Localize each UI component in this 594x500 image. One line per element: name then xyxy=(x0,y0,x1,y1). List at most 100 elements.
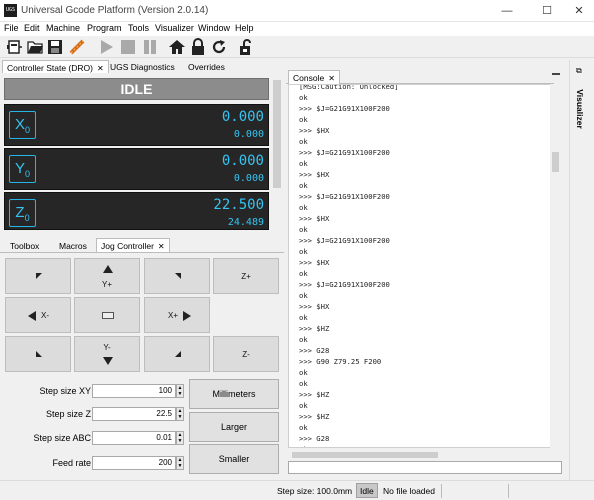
status-bar: Step size: 100.0mm Idle No file loaded xyxy=(0,480,594,500)
maximize-button[interactable]: ☐ xyxy=(530,0,564,22)
axis-x-sub: 0 xyxy=(25,125,31,135)
pause-icon[interactable] xyxy=(141,38,159,56)
close-tab-icon[interactable]: ✕ xyxy=(328,74,335,83)
jog-x-minus-y-plus-button[interactable] xyxy=(5,258,71,294)
console-output[interactable]: [MSG:Caution: Unlocked] ok >>> $J=G21G91X1… xyxy=(288,84,552,448)
axis-row-y: Y0 0.000 0.000 xyxy=(4,148,269,190)
axis-y-button[interactable]: Y0 xyxy=(9,155,36,183)
arrow-right-icon xyxy=(183,311,191,321)
axis-row-z: Z0 22.500 24.489 xyxy=(4,192,269,230)
menu-edit[interactable]: Edit xyxy=(24,23,40,33)
feed-rate-label: Feed rate xyxy=(52,458,91,468)
step-size-xy-spinner[interactable]: ▲ ▼ xyxy=(176,384,184,398)
machine-state-badge: IDLE xyxy=(4,78,269,100)
minimize-button[interactable]: — xyxy=(490,0,524,22)
console-line: ok xyxy=(299,247,308,256)
probe-wand-icon[interactable] xyxy=(68,38,86,56)
jog-z-plus-label: Z+ xyxy=(241,272,251,281)
arrow-down-right-icon xyxy=(175,351,181,357)
axis-z-button[interactable]: Z0 xyxy=(9,199,36,227)
reset-icon[interactable] xyxy=(210,38,228,56)
bottom-tab-strip: Toolbox Macros Jog Controller ✕ xyxy=(0,238,284,253)
jog-y-minus-button[interactable]: Y- xyxy=(74,336,140,372)
dro-scrollbar[interactable] xyxy=(272,76,282,232)
jog-x-plus-button[interactable]: X+ xyxy=(144,297,210,333)
console-line: >>> $J=G21G91X100F200 xyxy=(299,236,390,245)
console-line: ok xyxy=(299,137,308,146)
step-size-z-spinner[interactable]: ▲ ▼ xyxy=(176,407,184,421)
jog-y-plus-button[interactable]: Y+ xyxy=(74,258,140,294)
restore-window-icon[interactable]: ⧉ xyxy=(576,66,582,76)
feed-rate-spinner[interactable]: ▲ ▼ xyxy=(176,456,184,470)
top-tab-strip: Controller State (DRO) ✕ UGS Diagnostics … xyxy=(0,58,284,74)
stop-icon[interactable] xyxy=(119,38,137,56)
menu-program[interactable]: Program xyxy=(87,23,122,33)
axis-z-work-position: 22.500 xyxy=(213,197,264,213)
maximize-console-icon[interactable] xyxy=(552,73,560,77)
dro-scroll-thumb[interactable] xyxy=(273,80,281,188)
jog-x-minus-button[interactable]: X- xyxy=(5,297,71,333)
menu-bar: File Edit Machine Program Tools Visualiz… xyxy=(0,22,594,36)
jog-keyboard-button[interactable] xyxy=(74,297,140,333)
smaller-button[interactable]: Smaller xyxy=(189,444,279,474)
tab-macros[interactable]: Macros xyxy=(55,239,91,253)
connect-icon[interactable] xyxy=(6,38,24,56)
console-hscroll-thumb[interactable] xyxy=(292,452,438,458)
step-size-xy-input[interactable]: 100 xyxy=(92,384,176,398)
console-scrollbar[interactable] xyxy=(550,84,561,448)
millimeters-button[interactable]: Millimeters xyxy=(189,379,279,409)
tab-overrides[interactable]: Overrides xyxy=(184,60,229,74)
step-size-z-input[interactable]: 22.5 xyxy=(92,407,176,421)
close-window-button[interactable]: ✕ xyxy=(562,0,594,22)
menu-visualizer[interactable]: Visualizer xyxy=(155,23,194,33)
console-scroll-thumb[interactable] xyxy=(552,152,559,172)
tab-console-label: Console xyxy=(293,73,325,83)
step-size-abc-spinner[interactable]: ▲ ▼ xyxy=(176,431,184,445)
jog-z-minus-label: Z- xyxy=(242,350,250,359)
feed-rate-input[interactable]: 200 xyxy=(92,456,176,470)
play-icon[interactable] xyxy=(97,38,115,56)
axis-x-button[interactable]: X0 xyxy=(9,111,36,139)
arrow-up-right-icon xyxy=(175,273,181,279)
console-line: [MSG:Caution: Unlocked] xyxy=(299,84,399,91)
axis-z-sub: 0 xyxy=(24,213,30,223)
lock-icon[interactable] xyxy=(189,38,207,56)
menu-machine[interactable]: Machine xyxy=(46,23,80,33)
menu-tools[interactable]: Tools xyxy=(128,23,149,33)
jog-z-plus-button[interactable]: Z+ xyxy=(213,258,279,294)
jog-x-minus-y-minus-button[interactable] xyxy=(5,336,71,372)
save-icon[interactable] xyxy=(46,38,64,56)
tab-visualizer[interactable]: Visualizer xyxy=(573,82,587,142)
jog-x-minus-label: X- xyxy=(41,311,49,320)
tab-console[interactable]: Console ✕ xyxy=(288,70,340,84)
tab-ugs-diagnostics[interactable]: UGS Diagnostics xyxy=(106,60,179,74)
close-tab-icon[interactable]: ✕ xyxy=(97,64,104,73)
larger-button[interactable]: Larger xyxy=(189,412,279,442)
jog-x-plus-y-minus-button[interactable] xyxy=(144,336,210,372)
menu-window[interactable]: Window xyxy=(198,23,230,33)
menu-file[interactable]: File xyxy=(4,23,19,33)
jog-z-minus-button[interactable]: Z- xyxy=(213,336,279,372)
window-title: Universal Gcode Platform (Version 2.0.14… xyxy=(21,5,209,16)
status-divider xyxy=(441,484,442,498)
console-line: ok xyxy=(299,368,308,377)
console-hscrollbar[interactable] xyxy=(288,450,552,460)
status-file: No file loaded xyxy=(383,486,435,496)
console-command-input[interactable] xyxy=(288,461,562,474)
jog-x-plus-y-plus-button[interactable] xyxy=(144,258,210,294)
open-folder-icon[interactable] xyxy=(26,38,44,56)
tab-jog-controller[interactable]: Jog Controller ✕ xyxy=(96,238,170,252)
axis-x-letter: X xyxy=(14,116,25,133)
tab-controller-state[interactable]: Controller State (DRO) ✕ xyxy=(2,60,109,74)
home-icon[interactable] xyxy=(168,38,186,56)
axis-y-machine-position: 0.000 xyxy=(233,173,264,184)
console-line: ok xyxy=(299,291,308,300)
close-tab-icon[interactable]: ✕ xyxy=(158,242,165,251)
step-size-abc-input[interactable]: 0.01 xyxy=(92,431,176,445)
unlock-icon[interactable] xyxy=(236,38,254,56)
console-line: ok xyxy=(299,313,308,322)
menu-help[interactable]: Help xyxy=(235,23,254,33)
axis-y-work-position: 0.000 xyxy=(221,153,264,169)
console-line: ok xyxy=(299,203,308,212)
tab-toolbox[interactable]: Toolbox xyxy=(6,239,43,253)
